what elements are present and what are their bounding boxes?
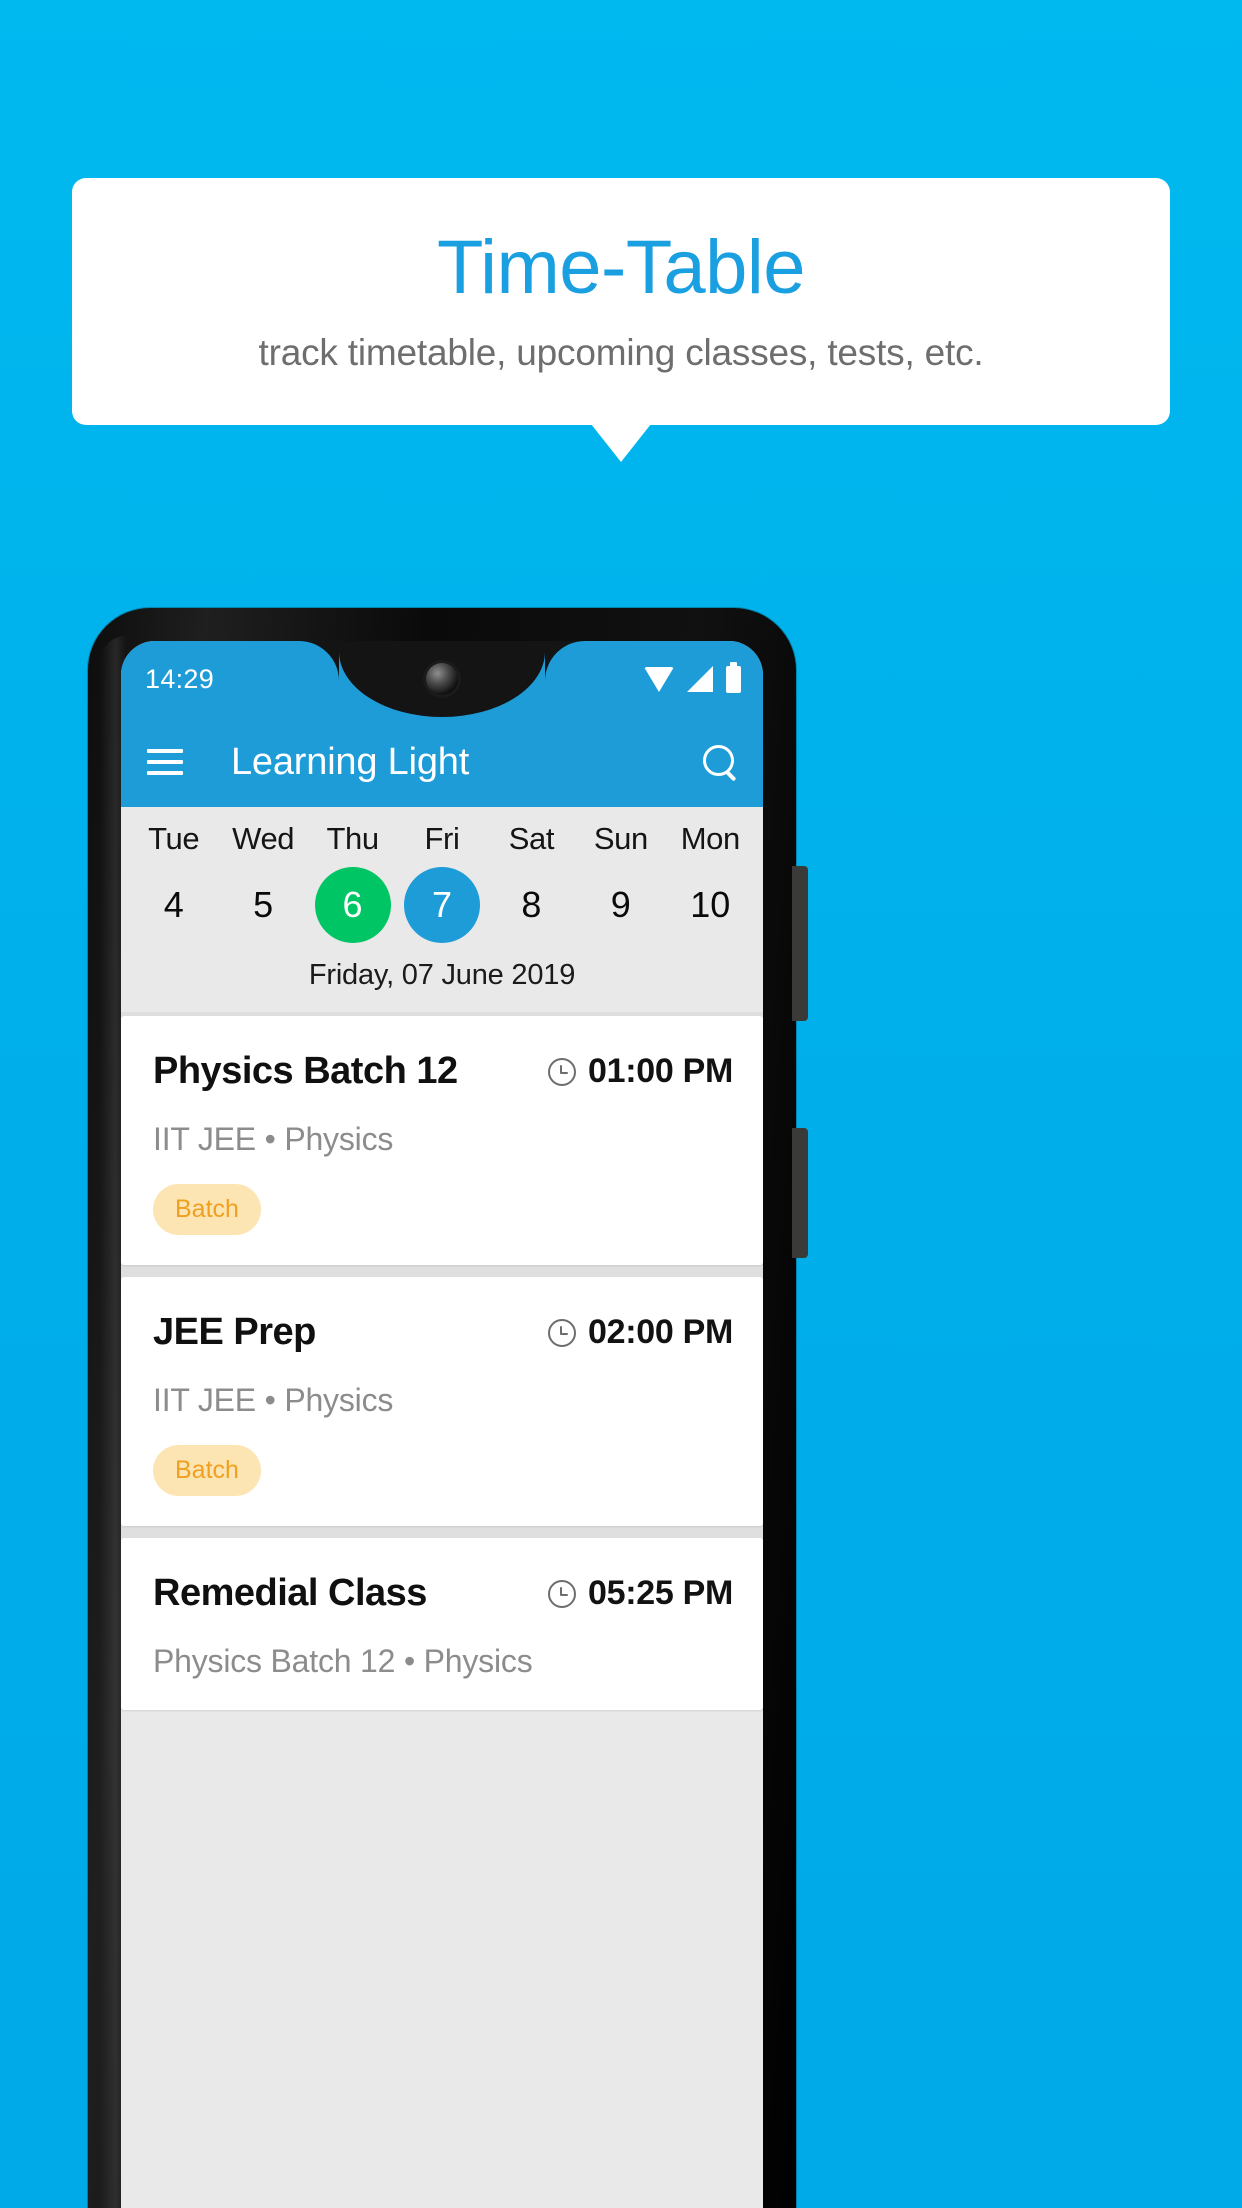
power-button-right[interactable] xyxy=(792,866,808,1021)
event-time-group: 02:00 PM xyxy=(547,1313,733,1352)
event-list: Physics Batch 12 01:00 PM IIT JEE • Phys… xyxy=(121,1012,763,1710)
notch-wing-left xyxy=(299,641,339,681)
day-column-wed[interactable]: Wed 5 xyxy=(218,821,307,943)
signal-icon xyxy=(687,666,713,692)
clock-icon xyxy=(547,1579,576,1608)
day-number: 10 xyxy=(690,884,731,925)
day-column-sat[interactable]: Sat 8 xyxy=(487,821,576,943)
event-time: 01:00 PM xyxy=(587,1052,733,1090)
phone-screen: 14:29 Learning Light Tue 4 Wed 5 Thu 6 F… xyxy=(121,641,763,2208)
event-subtitle: Physics Batch 12 • Physics xyxy=(153,1643,533,1679)
event-card[interactable]: Physics Batch 12 01:00 PM IIT JEE • Phys… xyxy=(121,1016,763,1265)
selected-date-label: Friday, 07 June 2019 xyxy=(308,959,576,991)
day-columns: Tue 4 Wed 5 Thu 6 Fri 7 Sat 8 Sun 9 Mon … xyxy=(121,821,763,943)
hamburger-menu-icon[interactable] xyxy=(147,749,183,775)
callout-bubble: Time-Table track timetable, upcoming cla… xyxy=(72,178,1170,425)
event-card-header: Physics Batch 12 01:00 PM xyxy=(153,1050,733,1093)
notch-shape xyxy=(339,641,545,717)
event-type-chip: Batch xyxy=(153,1445,261,1496)
display-notch xyxy=(299,641,585,717)
day-number-selected: 7 xyxy=(403,867,480,943)
event-title: JEE Prep xyxy=(153,1311,316,1353)
search-icon[interactable] xyxy=(701,743,739,781)
callout-title: Time-Table xyxy=(436,224,806,310)
day-number: 9 xyxy=(610,884,631,925)
day-name: Mon xyxy=(680,821,741,856)
day-column-thu[interactable]: Thu 6 xyxy=(308,821,397,943)
event-subtitle: IIT JEE • Physics xyxy=(153,1121,394,1157)
day-number: 8 xyxy=(521,884,542,925)
event-card-header: Remedial Class 05:25 PM xyxy=(153,1572,733,1615)
date-strip: Tue 4 Wed 5 Thu 6 Fri 7 Sat 8 Sun 9 Mon … xyxy=(121,807,763,1012)
event-card-header: JEE Prep 02:00 PM xyxy=(153,1311,733,1354)
day-name: Wed xyxy=(232,821,295,856)
status-icon-group xyxy=(644,661,741,693)
day-name: Sun xyxy=(593,821,648,856)
event-time: 02:00 PM xyxy=(587,1313,733,1351)
phone-device-frame: 14:29 Learning Light Tue 4 Wed 5 Thu 6 F… xyxy=(88,608,808,2208)
volume-button-right[interactable] xyxy=(792,1128,808,1258)
event-time-group: 01:00 PM xyxy=(547,1052,733,1091)
event-title: Physics Batch 12 xyxy=(153,1050,458,1092)
day-column-sun[interactable]: Sun 9 xyxy=(576,821,665,943)
battery-icon xyxy=(726,661,741,693)
wifi-icon xyxy=(644,666,674,692)
day-number: 5 xyxy=(253,884,274,925)
promo-screenshot: Time-Table track timetable, upcoming cla… xyxy=(0,0,1242,2208)
day-name: Fri xyxy=(424,821,460,856)
day-number-today: 6 xyxy=(314,867,391,943)
day-column-fri[interactable]: Fri 7 xyxy=(397,821,486,943)
callout-tail-icon xyxy=(591,424,651,462)
front-camera-icon xyxy=(426,663,458,695)
event-time: 05:25 PM xyxy=(587,1574,733,1612)
clock-icon xyxy=(547,1057,576,1086)
day-column-tue[interactable]: Tue 4 xyxy=(129,821,218,943)
notch-wing-right xyxy=(545,641,585,681)
event-card[interactable]: JEE Prep 02:00 PM IIT JEE • Physics Batc… xyxy=(121,1277,763,1526)
event-type-chip: Batch xyxy=(153,1184,261,1235)
app-title: Learning Light xyxy=(231,740,470,783)
day-column-mon[interactable]: Mon 10 xyxy=(666,821,755,943)
day-name: Thu xyxy=(326,821,379,856)
event-card[interactable]: Remedial Class 05:25 PM Physics Batch 12… xyxy=(121,1538,763,1710)
status-time: 14:29 xyxy=(145,663,215,694)
app-bar: Learning Light xyxy=(121,717,763,807)
day-name: Tue xyxy=(148,821,200,856)
day-name: Sat xyxy=(508,821,555,856)
event-subtitle: IIT JEE • Physics xyxy=(153,1382,394,1418)
event-title: Remedial Class xyxy=(153,1572,427,1614)
clock-icon xyxy=(547,1318,576,1347)
day-number: 4 xyxy=(163,884,184,925)
status-bar: 14:29 xyxy=(121,641,763,717)
callout-subtitle: track timetable, upcoming classes, tests… xyxy=(258,331,984,373)
event-time-group: 05:25 PM xyxy=(547,1574,733,1613)
